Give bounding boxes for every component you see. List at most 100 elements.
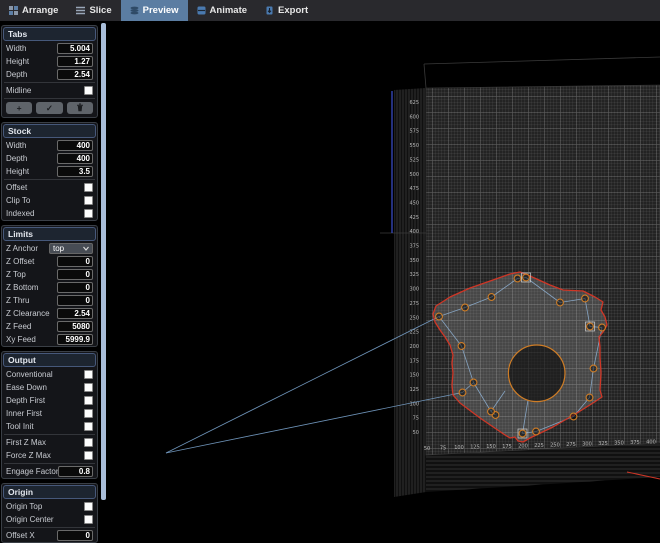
divider [4,527,95,528]
setting-label: Offset X [6,531,35,540]
value-input[interactable]: 2.54 [57,69,93,80]
setting-label: Z Feed [6,322,31,331]
hole-marker[interactable] [458,343,465,350]
y-ruler-label: 500 [409,172,419,178]
y-ruler-label: 175 [409,358,419,364]
toolbar-button-slice[interactable]: Slice [67,0,120,21]
hole-marker[interactable] [519,430,526,437]
setting-row: Z Anchortop [2,242,97,255]
sidebar-scrollbar[interactable] [101,23,106,500]
hole-marker[interactable] [488,294,495,301]
value-input[interactable]: 5.004 [57,43,93,54]
value-input[interactable]: 5080 [57,321,93,332]
arrange-icon [9,6,18,15]
trash-button[interactable] [67,102,93,114]
checkbox[interactable] [84,209,93,218]
check-icon: ✓ [46,103,53,114]
x-ruler-label: 200 [518,443,528,449]
panel-header[interactable]: Stock [3,124,96,138]
checkbox[interactable] [84,383,93,392]
value-input[interactable]: 0.8 [58,466,93,477]
panel-stock: StockWidth400Depth400Height3.5OffsetClip… [1,122,98,221]
setting-row: Width400 [2,139,97,152]
setting-label: Height [6,167,29,176]
preview-viewport[interactable]: 6256005755505255004754504254003753503253… [0,0,660,500]
setting-row: Indexed [2,207,97,220]
x-ruler-label: 75 [440,446,446,452]
hole-marker[interactable] [570,413,577,420]
setting-label: First Z Max [6,438,46,447]
checkbox[interactable] [84,86,93,95]
hole-marker[interactable] [599,324,606,331]
checkbox[interactable] [84,438,93,447]
setting-row: Inner First [2,407,97,420]
toolbar-button-label: Animate [210,5,247,16]
panel-header[interactable]: Origin [3,485,96,499]
hole-marker[interactable] [470,379,477,386]
tab-action-buttons: +✓ [2,100,97,117]
checkbox[interactable] [84,409,93,418]
panel-header[interactable]: Tabs [3,27,96,41]
hole-marker[interactable] [459,389,466,396]
value-input[interactable]: 0 [57,269,93,280]
trash-icon [76,103,84,114]
value-input[interactable]: 0 [57,530,93,541]
value-input[interactable]: 0 [57,295,93,306]
hole-marker[interactable] [586,394,593,401]
value-input[interactable]: 0 [57,256,93,267]
toolbar-button-preview[interactable]: Preview [121,0,188,21]
value-input[interactable]: 3.5 [57,166,93,177]
panel-header[interactable]: Output [3,353,96,367]
x-ruler-label: 325 [598,441,608,447]
checkbox[interactable] [84,370,93,379]
checkbox[interactable] [84,183,93,192]
setting-row: Origin Top [2,500,97,513]
y-ruler-label: 525 [409,157,419,163]
check-button[interactable]: ✓ [36,102,62,114]
hole-marker[interactable] [462,304,469,311]
y-ruler-label: 50 [413,430,419,436]
hole-marker[interactable] [590,365,597,372]
hole-marker[interactable] [523,274,530,281]
setting-label: Force Z Max [6,451,51,460]
x-ruler-label: 150 [486,444,496,450]
checkbox[interactable] [84,502,93,511]
hole-marker[interactable] [514,275,521,282]
setting-row: Conventional [2,368,97,381]
hole-marker[interactable] [533,428,540,435]
hole-marker[interactable] [436,313,443,320]
toolbar-button-arrange[interactable]: Arrange [0,0,67,21]
value-input[interactable]: 0 [57,282,93,293]
value-input[interactable]: 1.27 [57,56,93,67]
hole-marker[interactable] [582,295,589,302]
toolbar-button-export[interactable]: Export [256,0,317,21]
value-input[interactable]: 2.54 [57,308,93,319]
setting-row: Z Top0 [2,268,97,281]
setting-label: Z Clearance [6,309,50,318]
setting-label: Indexed [6,209,34,218]
x-ruler-label: 300 [582,442,592,448]
dropdown-select[interactable]: top [49,243,93,254]
hole-marker[interactable] [488,408,495,415]
value-input[interactable]: 5999.9 [57,334,93,345]
slice-icon [76,6,85,15]
x-ruler-label: 175 [502,444,512,450]
checkbox[interactable] [84,451,93,460]
y-ruler-label: 275 [409,301,419,307]
checkbox[interactable] [84,396,93,405]
checkbox[interactable] [84,422,93,431]
hole-marker[interactable] [587,323,594,330]
setting-row: Depth400 [2,152,97,165]
setting-row: Height 3.5 [2,165,97,178]
plus-button[interactable]: + [6,102,32,114]
checkbox[interactable] [84,196,93,205]
toolbar-button-animate[interactable]: Animate [188,0,256,21]
checkbox[interactable] [84,515,93,524]
value-input[interactable]: 400 [57,153,93,164]
panel-output: OutputConventionalEase DownDepth FirstIn… [1,351,98,479]
setting-row: Offset [2,181,97,194]
setting-row: Engage Factor0.8 [2,465,97,478]
panel-header[interactable]: Limits [3,227,96,241]
value-input[interactable]: 400 [57,140,93,151]
hole-marker[interactable] [557,299,564,306]
